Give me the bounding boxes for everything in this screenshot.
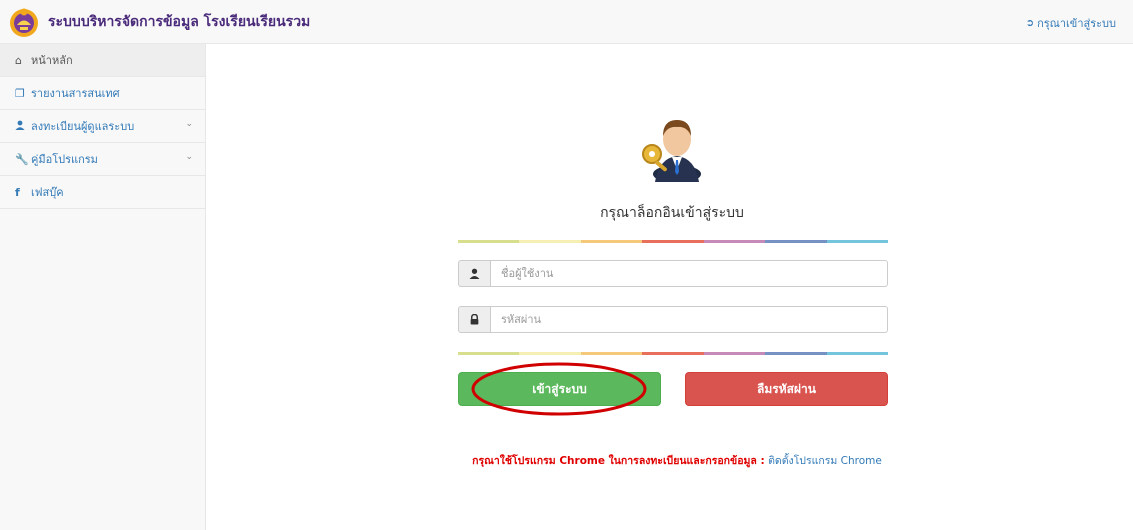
navbar-login-link[interactable]: ➲ กรุณาเข้าสู่ระบบ <box>1026 14 1116 32</box>
rainbow-divider <box>458 352 888 355</box>
sidebar-item-facebook[interactable]: f เฟสบุ๊ค <box>0 176 205 209</box>
school-emblem-logo <box>10 8 38 37</box>
forgot-password-button[interactable]: ลืมรหัสผ่าน <box>685 372 888 406</box>
sign-in-icon: ➲ <box>1025 17 1035 29</box>
sidebar-item-manual[interactable]: 🔧 คู่มือโปรแกรม ⌄ <box>0 143 205 176</box>
chevron-down-icon[interactable]: ⌄ <box>185 152 193 162</box>
divider-segment <box>765 352 827 355</box>
install-chrome-link[interactable]: ติดตั้งโปรแกรม Chrome <box>768 455 882 467</box>
login-button-label: เข้าสู่ระบบ <box>532 381 587 396</box>
sidebar-item-home[interactable]: ⌂ หน้าหลัก <box>0 44 205 77</box>
brand[interactable]: ระบบบริหารจัดการข้อมูล โรงเรียนเรียนรวม <box>8 3 310 41</box>
divider-segment <box>642 352 704 355</box>
sidebar-item-label: เฟสบุ๊ค <box>31 186 64 199</box>
copy-icon: ❐ <box>15 86 25 100</box>
divider-segment <box>458 352 520 355</box>
top-navbar: ระบบบริหารจัดการข้อมูล โรงเรียนเรียนรวม … <box>0 0 1133 44</box>
login-title: กรุณาล็อกอินเข้าสู่ระบบ <box>600 205 744 221</box>
password-input[interactable] <box>490 306 888 333</box>
divider-segment <box>580 240 643 243</box>
sidebar-item-register-admin[interactable]: ลงทะเบียนผู้ดูแลระบบ ⌄ <box>0 110 205 143</box>
divider-segment <box>580 352 643 355</box>
divider-segment <box>519 352 581 355</box>
facebook-icon: f <box>15 185 20 199</box>
divider-segment <box>703 240 766 243</box>
forgot-password-label: ลืมรหัสผ่าน <box>757 381 816 396</box>
rainbow-divider <box>458 240 888 243</box>
sidebar-item-label: ลงทะเบียนผู้ดูแลระบบ <box>31 120 135 133</box>
user-icon <box>15 120 31 133</box>
sidebar-item-label: หน้าหลัก <box>31 54 73 67</box>
login-button[interactable]: เข้าสู่ระบบ <box>458 372 661 406</box>
divider-segment <box>765 240 827 243</box>
user-icon <box>458 260 490 287</box>
sidebar: ⌂ หน้าหลัก ❐ รายงานสารสนเทศ ลงทะเบียนผู้… <box>0 44 206 530</box>
divider-segment <box>458 240 520 243</box>
wrench-icon: 🔧 <box>15 152 29 166</box>
chevron-down-icon[interactable]: ⌄ <box>185 119 193 129</box>
chrome-notice: กรุณาใช้โปรแกรม Chrome ในการลงทะเบียนและ… <box>427 452 927 469</box>
sidebar-item-label: คู่มือโปรแกรม <box>31 153 98 166</box>
lock-icon <box>458 306 490 333</box>
username-group <box>458 260 888 287</box>
navbar-login-label: กรุณาเข้าสู่ระบบ <box>1037 17 1116 30</box>
main-content: กรุณาล็อกอินเข้าสู่ระบบ เข้าสู่ระบบ ลืมร <box>207 44 1133 530</box>
divider-segment <box>703 352 766 355</box>
divider-segment <box>519 240 581 243</box>
sidebar-item-reports[interactable]: ❐ รายงานสารสนเทศ <box>0 77 205 110</box>
divider-segment <box>642 240 704 243</box>
sidebar-item-label: รายงานสารสนเทศ <box>31 87 120 100</box>
home-icon: ⌂ <box>15 53 22 67</box>
app-title: ระบบบริหารจัดการข้อมูล โรงเรียนเรียนรวม <box>48 14 311 30</box>
username-input[interactable] <box>490 260 888 287</box>
chrome-warning-text: กรุณาใช้โปรแกรม Chrome ในการลงทะเบียนและ… <box>472 455 765 467</box>
password-group <box>458 306 888 333</box>
divider-segment <box>826 240 888 243</box>
businessman-key-icon <box>642 120 701 182</box>
divider-segment <box>826 352 888 355</box>
